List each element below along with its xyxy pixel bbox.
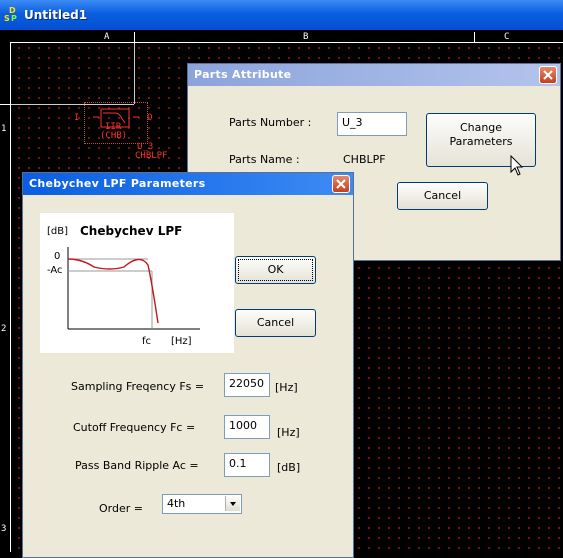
parts-attribute-cancel-button[interactable]: Cancel (397, 182, 488, 210)
order-select-value: 4th (167, 497, 186, 510)
chebychev-close-button[interactable] (332, 175, 350, 193)
cutoff-frequency-label: Cutoff Frequency Fc = (73, 421, 196, 434)
window-title: Untitled1 (24, 8, 88, 22)
parts-attribute-titlebar[interactable]: Parts Attribute (188, 64, 560, 86)
column-label-c: C (504, 32, 510, 42)
pass-band-ripple-unit: [dB] (277, 461, 301, 474)
frequency-response-graph: [dB] Chebychev LPF 0 -Ac fc [Hz] (40, 213, 234, 353)
chebychev-title: Chebychev LPF Parameters (29, 177, 206, 190)
order-label: Order = (99, 502, 143, 515)
main-window-titlebar[interactable]: D S P Untitled1 (0, 0, 563, 30)
parts-name-label: Parts Name : (229, 153, 300, 166)
cutoff-frequency-unit: [Hz] (277, 426, 300, 439)
dsp-app-icon: D S P (4, 6, 18, 23)
response-curve (67, 247, 200, 330)
column-label-b: B (303, 32, 309, 42)
component-block-sub: (CHB) (100, 131, 128, 141)
ruler-tick (134, 32, 135, 42)
column-label-a: A (104, 32, 110, 42)
order-select[interactable]: 4th (162, 494, 242, 514)
cutoff-frequency-input[interactable]: 1000 (224, 415, 270, 439)
mouse-cursor-icon (510, 155, 524, 176)
column-ruler: A B C (0, 32, 563, 43)
chebychev-titlebar[interactable]: Chebychev LPF Parameters (23, 173, 353, 195)
component-input-pin: I (74, 113, 80, 123)
parts-attribute-close-button[interactable] (539, 66, 557, 84)
dropdown-arrow[interactable] (225, 496, 240, 511)
row-label-3: 3 (1, 524, 7, 534)
parts-attribute-title: Parts Attribute (194, 68, 292, 81)
sampling-frequency-label: Sampling Freqency Fs = (71, 380, 205, 393)
chebychev-cancel-button[interactable]: Cancel (235, 309, 316, 337)
icon-letter-p: P (11, 14, 17, 23)
pass-band-ripple-input[interactable]: 0.1 (224, 453, 270, 477)
close-icon (543, 70, 553, 80)
row-label-1: 1 (1, 124, 7, 134)
sampling-frequency-input[interactable]: 22050 (224, 373, 270, 397)
ok-button[interactable]: OK (235, 256, 316, 284)
close-icon (336, 179, 346, 189)
parts-number-label: Parts Number : (229, 116, 312, 129)
parts-number-input[interactable]: U_3 (337, 112, 407, 136)
pass-band-ripple-label: Pass Band Ripple Ac = (75, 459, 199, 472)
component-output-pin: O (147, 113, 153, 123)
row-ruler: 1 2 3 (0, 42, 11, 552)
sampling-frequency-unit: [Hz] (275, 381, 298, 394)
chevron-down-icon (230, 502, 236, 506)
parts-name-value: CHBLPF (343, 153, 386, 166)
grid-column-divider (134, 42, 135, 104)
component-part-name: CHBLPF (135, 151, 168, 161)
row-label-2: 2 (1, 324, 7, 334)
ruler-tick (0, 104, 10, 105)
ruler-tick (474, 32, 475, 42)
icon-letter-s: S (4, 14, 10, 23)
